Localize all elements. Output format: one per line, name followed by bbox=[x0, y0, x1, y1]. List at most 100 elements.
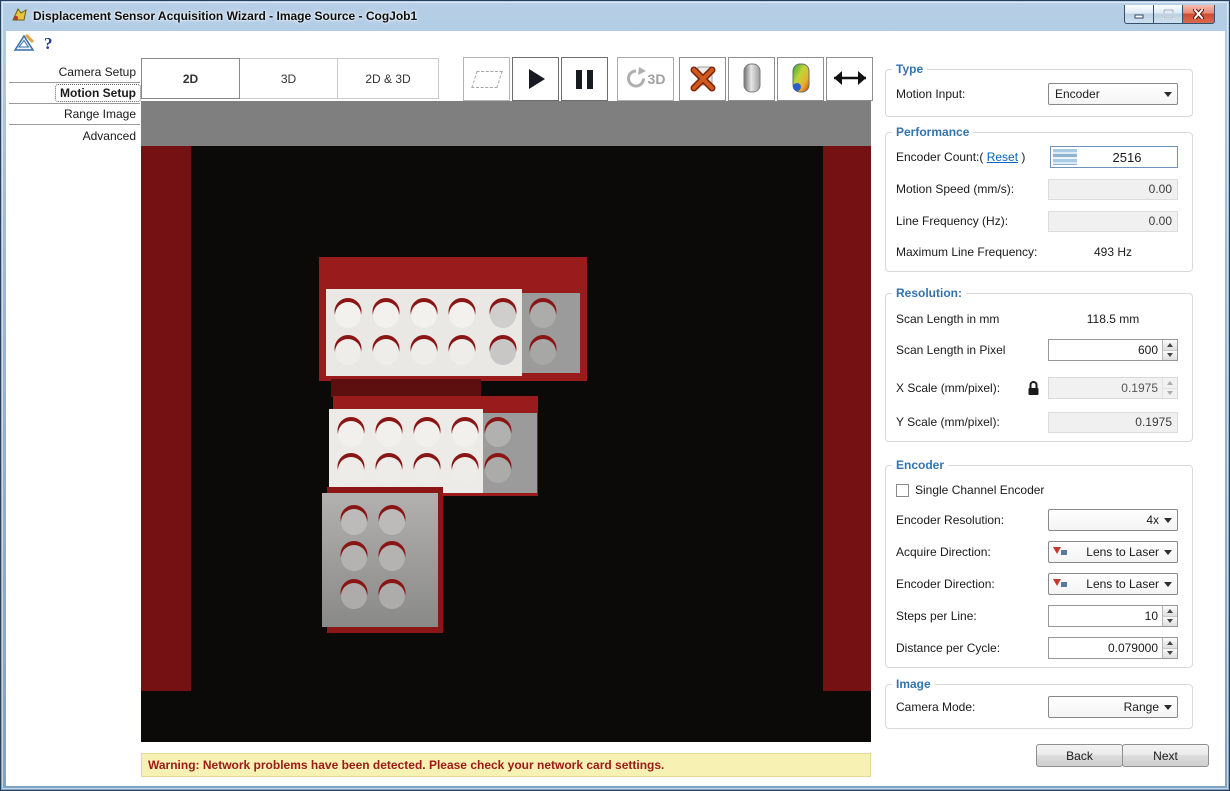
camera-mode-label: Camera Mode: bbox=[896, 700, 1048, 714]
sidebar-item-advanced[interactable]: Advanced bbox=[9, 125, 140, 146]
remove-overlay-button[interactable] bbox=[679, 57, 726, 101]
play-icon bbox=[529, 69, 545, 89]
rotate-arrow-icon bbox=[626, 67, 646, 92]
distance-per-cycle-label: Distance per Cycle: bbox=[896, 641, 1048, 655]
encoder-resolution-select[interactable]: 4x bbox=[1048, 509, 1178, 531]
close-button[interactable] bbox=[1182, 5, 1215, 24]
scan-length-pixel-stepper[interactable]: 600 bbox=[1048, 339, 1178, 361]
spin-up-icon bbox=[1162, 378, 1177, 389]
spin-up-icon[interactable] bbox=[1162, 606, 1177, 617]
dashed-region-icon bbox=[471, 71, 503, 88]
app-icon bbox=[11, 7, 29, 24]
sidebar-item-motion-setup[interactable]: Motion Setup bbox=[9, 83, 140, 104]
maximize-icon bbox=[1163, 9, 1174, 19]
scan-length-mm-label: Scan Length in mm bbox=[896, 312, 1048, 326]
pause-icon bbox=[576, 70, 593, 89]
x-scale-stepper: 0.1975 bbox=[1048, 377, 1178, 399]
tab-2d-and-3d[interactable]: 2D & 3D bbox=[337, 58, 439, 99]
render-color-button[interactable] bbox=[777, 57, 824, 101]
sidebar-item-range-image[interactable]: Range Image bbox=[9, 104, 140, 125]
max-line-frequency-value: 493 Hz bbox=[1048, 245, 1178, 259]
chevron-down-icon bbox=[1164, 550, 1172, 559]
single-channel-label: Single Channel Encoder bbox=[915, 483, 1044, 497]
group-performance-title: Performance bbox=[892, 125, 973, 139]
group-resolution-title: Resolution: bbox=[892, 286, 966, 300]
gray-surface-icon bbox=[742, 62, 762, 97]
line-frequency-field: 0.00 bbox=[1048, 211, 1178, 232]
scan-length-mm-value: 118.5 mm bbox=[1048, 312, 1178, 326]
group-encoder-title: Encoder bbox=[892, 458, 948, 472]
minimize-icon bbox=[1134, 10, 1145, 19]
window-controls bbox=[1125, 5, 1215, 24]
wizard-step-list: Camera Setup Motion Setup Range Image Ad… bbox=[9, 62, 140, 146]
camera-mode-select[interactable]: Range bbox=[1048, 696, 1178, 718]
measure-tool-icon[interactable] bbox=[13, 33, 35, 56]
encoder-count-label: Encoder Count:( Reset ) bbox=[896, 150, 1050, 164]
y-scale-label: Y Scale (mm/pixel): bbox=[896, 415, 1048, 429]
line-frequency-label: Line Frequency (Hz): bbox=[896, 214, 1048, 228]
network-warning-bar: Warning: Network problems have been dete… bbox=[141, 753, 871, 777]
acquisition-toolbar: 3D bbox=[463, 57, 873, 101]
minimize-button[interactable] bbox=[1124, 5, 1154, 24]
double-arrow-icon bbox=[833, 70, 867, 89]
encoder-count-field[interactable]: 2516 bbox=[1050, 146, 1178, 168]
encoder-resolution-label: Encoder Resolution: bbox=[896, 513, 1048, 527]
scan-length-pixel-label: Scan Length in Pixel bbox=[896, 343, 1048, 357]
spin-down-icon[interactable] bbox=[1162, 617, 1177, 627]
maximize-button[interactable] bbox=[1153, 5, 1183, 24]
fit-width-button[interactable] bbox=[826, 57, 873, 101]
spin-up-icon[interactable] bbox=[1162, 340, 1177, 351]
group-encoder: Encoder Single Channel Encoder Encoder R… bbox=[885, 465, 1193, 668]
tab-2d[interactable]: 2D bbox=[141, 58, 240, 99]
wizard-window: Displacement Sensor Acquisition Wizard -… bbox=[0, 0, 1230, 791]
warning-text: Warning: Network problems have been dete… bbox=[148, 758, 664, 772]
lens-to-laser-icon bbox=[1052, 545, 1068, 560]
single-channel-checkbox[interactable] bbox=[896, 484, 909, 497]
chevron-down-icon bbox=[1164, 582, 1172, 591]
distance-per-cycle-stepper[interactable]: 0.079000 bbox=[1048, 637, 1178, 659]
group-image: Image Camera Mode: Range bbox=[885, 684, 1193, 729]
render-grayscale-button[interactable] bbox=[728, 57, 775, 101]
back-button[interactable]: Back bbox=[1036, 744, 1123, 767]
acquire-direction-label: Acquire Direction: bbox=[896, 545, 1048, 559]
group-resolution: Resolution: Scan Length in mm 118.5 mm S… bbox=[885, 293, 1193, 442]
pause-button[interactable] bbox=[561, 57, 608, 101]
rotate-3d-label: 3D bbox=[648, 71, 666, 87]
group-type: Type Motion Input: Encoder bbox=[885, 69, 1193, 117]
help-icon[interactable]: ? bbox=[44, 34, 53, 54]
region-tool-button[interactable] bbox=[463, 57, 510, 101]
spin-down-icon bbox=[1162, 389, 1177, 399]
red-x-icon bbox=[689, 64, 717, 95]
encoder-direction-select[interactable]: Lens to Laser bbox=[1048, 573, 1178, 595]
encoder-direction-label: Encoder Direction: bbox=[896, 577, 1048, 591]
color-surface-icon bbox=[791, 62, 811, 97]
group-type-title: Type bbox=[892, 62, 927, 76]
lock-icon[interactable] bbox=[1027, 380, 1040, 396]
range-image bbox=[141, 101, 871, 742]
next-button[interactable]: Next bbox=[1122, 744, 1209, 767]
range-image-display bbox=[141, 101, 871, 742]
view-tabs: 2D 3D 2D & 3D bbox=[141, 58, 439, 99]
chevron-down-icon bbox=[1164, 705, 1172, 714]
x-scale-label: X Scale (mm/pixel): bbox=[896, 381, 1027, 395]
group-image-title: Image bbox=[892, 677, 935, 691]
tab-3d[interactable]: 3D bbox=[239, 58, 338, 99]
motion-speed-field: 0.00 bbox=[1048, 179, 1178, 200]
steps-per-line-stepper[interactable]: 10 bbox=[1048, 605, 1178, 627]
group-performance: Performance Encoder Count:( Reset ) 2516… bbox=[885, 132, 1193, 272]
play-button[interactable] bbox=[512, 57, 559, 101]
sidebar-item-camera-setup[interactable]: Camera Setup bbox=[9, 62, 140, 83]
spin-down-icon[interactable] bbox=[1162, 351, 1177, 361]
spin-up-icon[interactable] bbox=[1162, 638, 1177, 649]
chevron-down-icon bbox=[1164, 518, 1172, 527]
motion-input-select[interactable]: Encoder bbox=[1048, 83, 1178, 105]
reset-link[interactable]: Reset bbox=[987, 150, 1018, 164]
close-icon bbox=[1193, 9, 1204, 19]
encoder-count-thumbnail-icon bbox=[1053, 149, 1077, 165]
acquire-direction-select[interactable]: Lens to Laser bbox=[1048, 541, 1178, 563]
lens-to-laser-icon bbox=[1052, 577, 1068, 592]
spin-down-icon[interactable] bbox=[1162, 649, 1177, 659]
max-line-frequency-label: Maximum Line Frequency: bbox=[896, 245, 1048, 259]
motion-input-label: Motion Input: bbox=[896, 87, 1048, 101]
rotate-3d-button[interactable]: 3D bbox=[617, 57, 674, 101]
